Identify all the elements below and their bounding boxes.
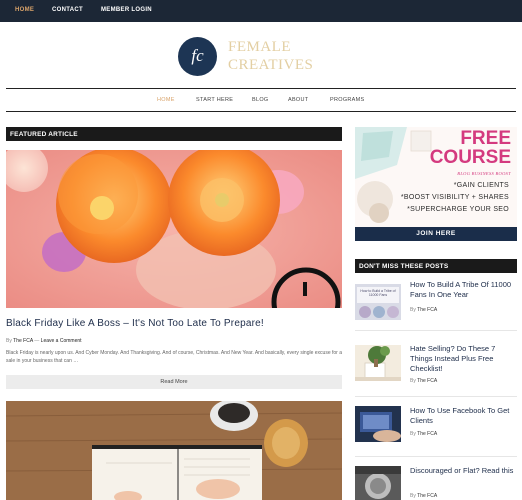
topnav-contact[interactable]: CONTACT — [52, 7, 83, 13]
free-course-ad[interactable]: FREE COURSE BLOG BUSINESS BOOST *GAIN CL… — [355, 127, 517, 241]
featured-post-title[interactable]: Black Friday Like A Boss – It's Not Too … — [6, 318, 342, 329]
logo-mark[interactable]: fc — [178, 37, 217, 76]
post-author-3[interactable]: The FCA — [417, 431, 437, 437]
leave-comment-link[interactable]: Leave a Comment — [41, 338, 82, 344]
ad-bullet-3: *SUPERCHARGE YOUR SEO — [407, 206, 509, 213]
post-author-1[interactable]: The FCA — [417, 307, 437, 313]
sidebar-divider-2 — [355, 396, 517, 397]
ad-title-line-2: COURSE — [429, 147, 511, 168]
post-author-2[interactable]: The FCA — [417, 378, 437, 384]
post-by-label-1: By — [410, 307, 416, 313]
ad-bullet-1: *GAIN CLIENTS — [453, 182, 509, 189]
post-thumb-1[interactable]: How to Build a Tribe of 11000 Fans — [355, 284, 401, 320]
post-title-1[interactable]: How To Build A Tribe Of 11000 Fans In On… — [410, 280, 518, 300]
post-author-4[interactable]: The FCA — [417, 493, 437, 499]
nav-top-divider — [6, 88, 516, 89]
post-by-1: By The FCA — [410, 307, 437, 313]
nav-start-here[interactable]: START HERE — [196, 97, 233, 103]
meta-separator: — — [34, 338, 40, 344]
join-here-button[interactable]: JOIN HERE — [355, 227, 517, 241]
ad-title-line-1: FREE — [460, 128, 511, 149]
post-by-label-4: By — [410, 493, 416, 499]
post-title-4[interactable]: Discouraged or Flat? Read this — [410, 466, 518, 476]
topnav-member-login[interactable]: MEMBER LOGIN — [101, 7, 152, 13]
nav-home[interactable]: HOME — [157, 97, 175, 103]
dont-miss-heading: DON'T MISS THESE POSTS — [355, 259, 517, 273]
post-by-label-3: By — [410, 431, 416, 437]
featured-excerpt: Black Friday is nearly upon us. And Cybe… — [6, 350, 343, 364]
post-title-3[interactable]: How To Use Facebook To Get Clients — [410, 406, 518, 426]
featured-post-meta: By The FCA — Leave a Comment — [6, 338, 82, 344]
post-by-label-2: By — [410, 378, 416, 384]
logo-wordmark[interactable]: FEMALE CREATIVES — [228, 38, 313, 74]
sidebar-divider-3 — [355, 456, 517, 457]
featured-article-heading: FEATURED ARTICLE — [6, 127, 342, 141]
sidebar-divider-1 — [355, 330, 517, 331]
nav-about[interactable]: ABOUT — [288, 97, 308, 103]
second-post-image[interactable] — [6, 401, 342, 500]
meta-by: By — [6, 338, 12, 344]
ad-title: FREE COURSE — [430, 129, 511, 167]
nav-bottom-divider — [6, 111, 516, 112]
post-by-2: By The FCA — [410, 378, 437, 384]
post-thumb-2[interactable] — [355, 345, 401, 381]
nav-blog[interactable]: BLOG — [252, 97, 268, 103]
logo-line-2: CREATIVES — [228, 57, 314, 73]
ad-subtitle: BLOG BUSINESS BOOST — [457, 171, 511, 176]
post-by-3: By The FCA — [410, 431, 437, 437]
ad-bullet-2: *BOOST VISIBILITY + SHARES — [400, 194, 509, 201]
post-author-link[interactable]: The FCA — [13, 338, 33, 344]
topnav-home[interactable]: HOME — [15, 7, 34, 13]
logo-initials: fc — [191, 46, 204, 65]
post-thumb-1-text: How to Build a Tribe of 11000 Fans — [360, 289, 396, 297]
read-more-button[interactable]: Read More — [6, 375, 342, 389]
post-title-2[interactable]: Hate Selling? Do These 7 Things Instead … — [410, 344, 518, 374]
post-thumb-4[interactable] — [355, 466, 401, 500]
featured-image[interactable] — [6, 150, 342, 308]
logo-line-1: FEMALE — [228, 39, 291, 55]
nav-programs[interactable]: PROGRAMS — [330, 97, 365, 103]
post-thumb-3[interactable] — [355, 406, 401, 442]
post-by-4: By The FCA — [410, 493, 437, 499]
